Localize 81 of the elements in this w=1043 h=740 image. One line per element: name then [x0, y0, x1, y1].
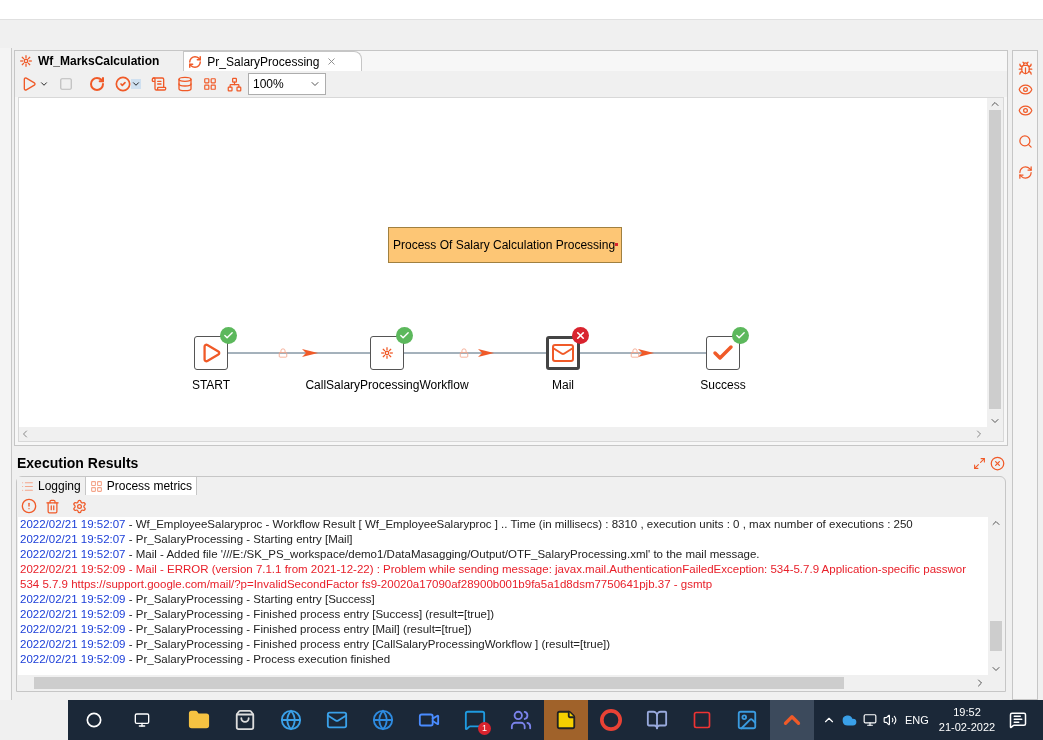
trash-icon[interactable]	[45, 498, 60, 514]
workflow-icon	[19, 54, 33, 68]
log-line: 2022/02/21 19:52:09 - Pr_SalaryProcessing - Starting entry [Success]	[20, 592, 376, 607]
dropdown-icon[interactable]	[39, 79, 49, 89]
sticky-note-icon	[555, 709, 577, 731]
close-icon[interactable]	[990, 455, 1005, 471]
log-line: 2022/02/21 19:52:09 - Pr_SalaryProcessing - Finished process entry [Success] (result=[true])	[20, 607, 495, 622]
run-icon[interactable]	[21, 76, 37, 92]
process-node[interactable]	[194, 336, 228, 370]
active-app-tile[interactable]	[770, 700, 814, 740]
note-text: Process Of Salary Calculation Processing	[393, 237, 616, 254]
cloud-icon[interactable]	[842, 712, 857, 728]
language-indicator[interactable]: ENG	[905, 711, 929, 729]
photos-icon[interactable]	[736, 709, 758, 731]
editor-tab[interactable]: Wf_MarksCalculation	[15, 51, 185, 71]
scroll-icon[interactable]	[151, 76, 167, 92]
zoom-dropdown[interactable]: 100%	[248, 73, 326, 95]
horizontal-scrollbar[interactable]	[19, 427, 1003, 441]
results-tab[interactable]: Process metrics	[85, 477, 198, 495]
hierarchy-icon[interactable]	[227, 76, 242, 92]
search-icon[interactable]	[86, 712, 102, 728]
mail-icon[interactable]	[326, 709, 348, 731]
grid-icon	[89, 479, 103, 493]
refresh-icon[interactable]	[89, 76, 105, 92]
node-label: CallSalaryProcessingWorkflow	[305, 377, 469, 394]
alert-icon[interactable]	[21, 498, 37, 514]
log-line: 2022/02/21 19:52:07 - Pr_SalaryProcessing - Starting entry [Mail]	[20, 532, 354, 547]
globe-icon[interactable]	[372, 709, 394, 731]
log-line: 2022/02/21 19:52:09 - Mail - ERROR (version 7.1.1 from 2021-12-22) : Problem while sending message: javax.mail.AuthenticationFailedException: 534-5.7.9 Application-specific passwor	[20, 562, 968, 577]
chat-icon[interactable]	[464, 709, 486, 731]
close-icon[interactable]	[326, 56, 338, 67]
vertical-scrollbar[interactable]	[987, 98, 1003, 427]
results-tab[interactable]: Logging	[17, 477, 86, 495]
notification-badge: 1	[478, 722, 491, 735]
node-label: START	[191, 377, 231, 394]
bug-icon[interactable]	[1017, 61, 1033, 76]
log-line: 2022/02/21 19:52:07 - Mail - Added file '///E:/SK_PS_workspace/demo1/DataMasagging/Output/OTF_SalaryProcessing.xml' to the mail message.	[20, 547, 761, 562]
log-line: 534 5.7.9 https://support.google.com/mail/?p=InvalidSecondFactor fs9-20020a17090af28900b001b9fa5a1d8dsm7750641pjb.37 - gsmtp	[20, 577, 714, 592]
sync-icon[interactable]	[1017, 165, 1033, 180]
scrollbar-thumb[interactable]	[34, 677, 844, 689]
panel-title: Execution Results	[17, 453, 139, 473]
scrollbar-thumb[interactable]	[990, 621, 1002, 651]
envelope-icon	[551, 341, 575, 365]
log-line: 2022/02/21 19:52:09 - Pr_SalaryProcessing - Process execution finished	[20, 652, 392, 667]
log-line: 2022/02/21 19:52:09 - Pr_SalaryProcessing - Finished process entry [Mail] (result=[true])	[20, 622, 473, 637]
settings-icon[interactable]	[72, 498, 87, 514]
folder-icon[interactable]	[188, 709, 210, 731]
active-app-tile[interactable]	[544, 700, 588, 740]
process-node[interactable]	[546, 336, 580, 370]
clock[interactable]: 19:52 21-02-2022	[938, 705, 996, 735]
lock-icon	[278, 348, 288, 358]
notification-icon[interactable]	[1009, 711, 1028, 729]
maximize-icon[interactable]	[973, 456, 986, 470]
list-icon	[21, 479, 34, 493]
log-line: 2022/02/21 19:52:09 - Pr_SalaryProcessing - Finished process entry [CallSalaryProcessingWorkflow ] (result=[true])	[20, 637, 612, 652]
process-node[interactable]	[370, 336, 404, 370]
eye-icon[interactable]	[1017, 82, 1033, 97]
book-icon[interactable]	[646, 709, 668, 731]
grid-icon[interactable]	[203, 77, 217, 91]
dropdown-icon[interactable]	[131, 79, 141, 89]
task-view-icon[interactable]	[134, 712, 150, 728]
eye-icon[interactable]	[1017, 103, 1033, 118]
node-label: Mail	[552, 377, 574, 394]
lock-icon	[630, 348, 640, 358]
horizontal-scrollbar[interactable]	[18, 675, 1004, 691]
volume-icon[interactable]	[883, 713, 897, 727]
play-icon	[200, 342, 222, 364]
cycle-icon	[188, 54, 203, 69]
editor-tab[interactable]: Pr_SalaryProcessing	[184, 51, 363, 71]
node-label: Success	[700, 377, 746, 394]
log-line: 2022/02/21 19:52:07 - Wf_EmployeeSalaryproc - Workflow Result [ Wf_EmployeeSalaryproc ] .. Time (in millisecs) : 8310 , execution units : 0 , max number of executions : 250	[20, 517, 914, 532]
process-node[interactable]	[706, 336, 740, 370]
scrollbar-thumb[interactable]	[989, 110, 1001, 409]
lock-icon	[459, 348, 469, 358]
app-icon[interactable]	[692, 710, 712, 730]
store-icon[interactable]	[234, 709, 256, 731]
database-icon[interactable]	[177, 76, 193, 92]
workflow-icon	[380, 346, 394, 360]
team-icon[interactable]	[510, 709, 532, 731]
network-icon[interactable]	[863, 713, 877, 727]
check-circle-icon[interactable]	[115, 76, 131, 92]
